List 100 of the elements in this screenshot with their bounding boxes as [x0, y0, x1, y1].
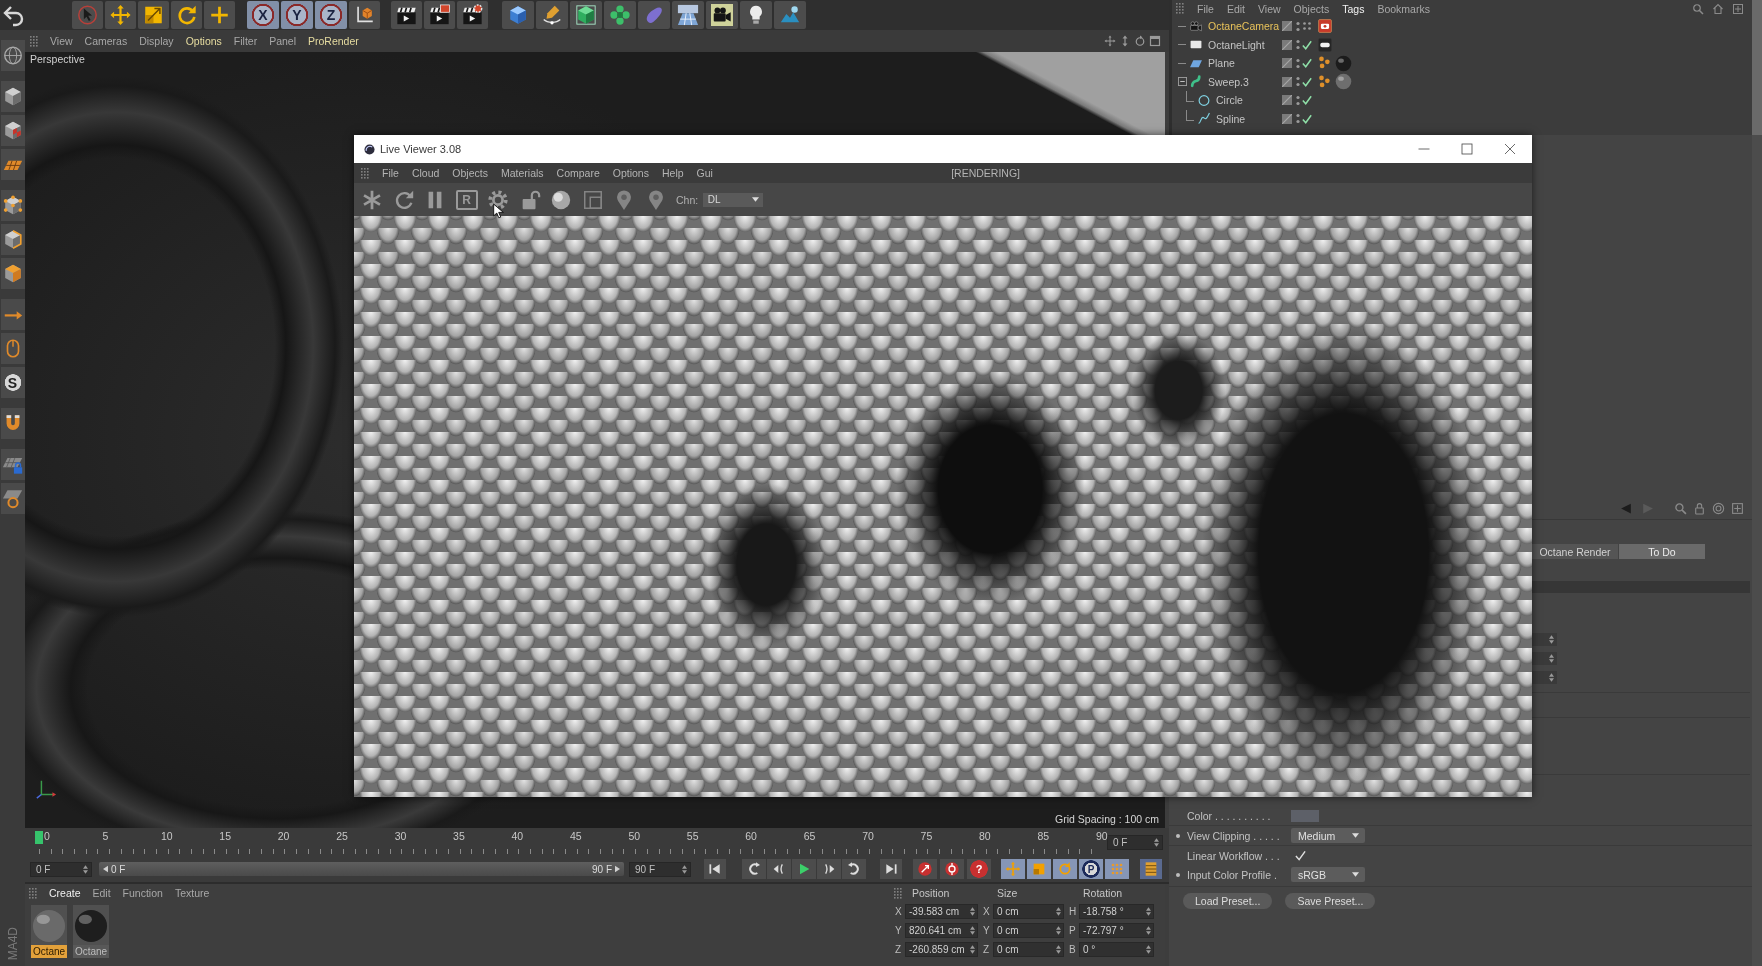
grid-lock-icon[interactable]	[0, 449, 25, 480]
plus-box-icon[interactable]	[1732, 2, 1744, 15]
keyframe-dot-icon[interactable]	[1176, 872, 1180, 877]
coordinate-field[interactable]: -18.758 °	[1079, 904, 1154, 919]
number-field[interactable]	[1532, 671, 1557, 684]
layer-square-icon[interactable]	[1282, 95, 1292, 106]
axis-lock-button[interactable]: X	[247, 1, 279, 29]
menu-item[interactable]: Gui	[696, 167, 713, 179]
layer-square-icon[interactable]	[1282, 113, 1292, 124]
coordinate-field[interactable]: 0 cm	[993, 942, 1064, 957]
dropdown[interactable]: Medium	[1291, 828, 1365, 843]
layer-square-icon[interactable]	[1282, 21, 1292, 32]
frame-icon[interactable]	[581, 188, 604, 211]
caged-cube-icon[interactable]	[570, 1, 602, 29]
menu-item[interactable]: File	[1197, 2, 1214, 15]
channel-dropdown[interactable]: DL	[702, 192, 763, 207]
number-field[interactable]	[1532, 652, 1557, 665]
cube-icon[interactable]	[0, 81, 25, 112]
menu-item[interactable]: Objects	[452, 167, 488, 179]
cube-faces-icon[interactable]	[0, 258, 25, 289]
skip-start-icon[interactable]	[704, 859, 726, 879]
spinner-icon[interactable]	[970, 926, 975, 935]
coordinate-field[interactable]: -39.583 cm	[905, 904, 978, 919]
left-arrow-icon[interactable]	[103, 865, 108, 873]
rotate-icon[interactable]	[171, 1, 202, 29]
four-dots-icon[interactable]	[1302, 21, 1312, 32]
layer-square-icon[interactable]	[1282, 39, 1292, 50]
spinner-icon[interactable]	[1056, 907, 1061, 916]
scale-icon[interactable]	[138, 1, 169, 29]
menu-item[interactable]: Objects	[1293, 2, 1330, 15]
dot-grid-icon[interactable]	[1105, 859, 1129, 879]
menu-item[interactable]: Tags	[1342, 2, 1365, 15]
material-tag-icon[interactable]	[1335, 73, 1352, 91]
checker-cube-icon[interactable]	[0, 115, 25, 146]
check-icon[interactable]	[1302, 39, 1312, 50]
settings-icon[interactable]	[487, 188, 509, 211]
search-icon[interactable]	[1674, 501, 1687, 515]
plus-box-icon[interactable]	[1731, 501, 1744, 515]
spinner-icon[interactable]	[1146, 907, 1151, 916]
light-bulb-icon[interactable]	[740, 1, 772, 29]
menu-item[interactable]: Bookmarks	[1377, 2, 1430, 15]
spinner-icon[interactable]	[970, 945, 975, 954]
menu-item[interactable]: View	[1258, 2, 1281, 15]
search-icon[interactable]	[1692, 2, 1704, 15]
frame-field[interactable]: 0 F	[1107, 834, 1163, 850]
cross-arrows-icon[interactable]	[1104, 35, 1116, 47]
step-back-icon[interactable]	[767, 859, 791, 879]
lock-icon[interactable]	[1693, 501, 1706, 515]
clapperboard-icon[interactable]	[391, 1, 422, 29]
mesh-plane-icon[interactable]	[0, 149, 25, 180]
axis-lock-button[interactable]: Z	[315, 1, 347, 29]
visibility-dots-icon[interactable]	[1296, 113, 1300, 125]
keyframe-dot-icon[interactable]	[1176, 833, 1180, 838]
material-item[interactable]: Octane	[73, 905, 109, 958]
dropdown[interactable]: sRGB	[1291, 867, 1365, 882]
parameter-key-button[interactable]: P	[1079, 859, 1103, 879]
object-name[interactable]: Circle	[1216, 94, 1243, 107]
spinner-icon[interactable]	[1549, 673, 1554, 682]
spinner-icon[interactable]	[1549, 654, 1554, 663]
skip-end-icon[interactable]	[880, 859, 902, 879]
object-name[interactable]: OctaneCamera	[1208, 20, 1280, 33]
undo-icon[interactable]	[2, 3, 26, 27]
spinner-icon[interactable]	[1549, 635, 1554, 644]
film-strip-icon[interactable]	[1140, 859, 1162, 879]
coordinate-field[interactable]: 0 °	[1079, 942, 1154, 957]
magnet-icon[interactable]	[0, 408, 25, 439]
object-name[interactable]: OctaneLight	[1208, 38, 1265, 51]
clapperboard-window-icon[interactable]	[424, 1, 455, 29]
frame-field[interactable]: 90 F	[629, 861, 691, 877]
load-preset-button[interactable]: Load Preset...	[1183, 893, 1273, 909]
square-frame-icon[interactable]	[1149, 35, 1161, 47]
sphere-icon[interactable]	[550, 188, 572, 211]
save-preset-button[interactable]: Save Preset...	[1285, 893, 1376, 909]
grid-rotate-icon[interactable]	[0, 483, 25, 514]
light-tag-icon[interactable]	[1318, 37, 1332, 52]
menu-item[interactable]: Cloud	[411, 167, 440, 179]
menu-item[interactable]: Edit	[1226, 2, 1245, 15]
dots-tag-icon[interactable]	[1318, 56, 1332, 71]
object-name[interactable]: Spline	[1216, 112, 1246, 125]
menu-item[interactable]: Edit	[92, 887, 111, 899]
visibility-dots-icon[interactable]	[1296, 20, 1300, 32]
spinner-icon[interactable]	[970, 907, 975, 916]
coordinate-field[interactable]: 0 cm	[993, 923, 1064, 938]
play-icon[interactable]	[792, 859, 816, 879]
keyframe-help-button[interactable]: ?	[967, 859, 991, 879]
spinner-icon[interactable]	[1146, 945, 1151, 954]
menu-item[interactable]: Function	[122, 887, 163, 899]
clapperboard-gear-icon[interactable]	[457, 1, 488, 29]
mountain-icon[interactable]	[774, 1, 806, 29]
menu-item[interactable]: ProRender	[308, 35, 359, 47]
spinner-icon[interactable]	[1056, 926, 1061, 935]
check-icon[interactable]	[1302, 76, 1312, 87]
cube-edges-icon[interactable]	[0, 224, 25, 255]
close-icon[interactable]	[1504, 143, 1516, 155]
tab[interactable]: Octane Render	[1532, 544, 1618, 559]
coordinate-field[interactable]: 0 cm	[993, 904, 1064, 919]
check-icon[interactable]	[1302, 113, 1312, 124]
target-icon[interactable]	[1712, 501, 1725, 515]
checkbox[interactable]	[1295, 850, 1306, 861]
material-item[interactable]: Octane	[31, 905, 67, 958]
